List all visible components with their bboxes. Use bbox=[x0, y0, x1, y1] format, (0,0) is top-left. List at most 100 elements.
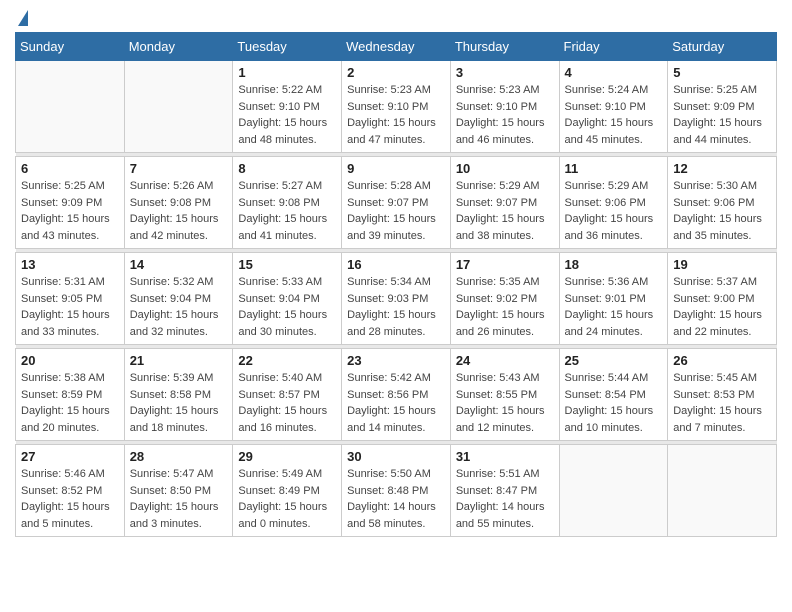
col-header-wednesday: Wednesday bbox=[342, 33, 451, 61]
calendar-day: 8 Sunrise: 5:27 AM Sunset: 9:08 PM Daylig… bbox=[233, 157, 342, 249]
calendar-day: 23 Sunrise: 5:42 AM Sunset: 8:56 PM Dayli… bbox=[342, 349, 451, 441]
day-info: Sunrise: 5:27 AM Sunset: 9:08 PM Dayligh… bbox=[238, 178, 336, 244]
calendar-table: SundayMondayTuesdayWednesdayThursdayFrid… bbox=[15, 32, 777, 537]
calendar-day: 3 Sunrise: 5:23 AM Sunset: 9:10 PM Daylig… bbox=[450, 61, 559, 153]
calendar-day: 30Sunrise: 5:50 AM Sunset: 8:48 PM Dayli… bbox=[342, 445, 451, 537]
logo bbox=[15, 10, 28, 24]
day-info: Sunrise: 5:36 AM Sunset: 9:01 PM Dayligh… bbox=[565, 274, 663, 340]
calendar-header-row: SundayMondayTuesdayWednesdayThursdayFrid… bbox=[16, 33, 777, 61]
calendar-day: 29 Sunrise: 5:49 AM Sunset: 8:49 PM Dayli… bbox=[233, 445, 342, 537]
col-header-monday: Monday bbox=[124, 33, 233, 61]
day-number: 16 bbox=[347, 257, 445, 272]
day-info: Sunrise: 5:42 AM Sunset: 8:56 PM Dayligh… bbox=[347, 370, 445, 436]
day-number: 9 bbox=[347, 161, 445, 176]
day-number: 1 bbox=[238, 65, 336, 80]
calendar-day: 2 Sunrise: 5:23 AM Sunset: 9:10 PM Daylig… bbox=[342, 61, 451, 153]
col-header-friday: Friday bbox=[559, 33, 668, 61]
calendar-day: 16 Sunrise: 5:34 AM Sunset: 9:03 PM Dayli… bbox=[342, 253, 451, 345]
calendar-day: 12 Sunrise: 5:30 AM Sunset: 9:06 PM Dayli… bbox=[668, 157, 777, 249]
calendar-day: 11 Sunrise: 5:29 AM Sunset: 9:06 PM Dayli… bbox=[559, 157, 668, 249]
calendar-day: 26 Sunrise: 5:45 AM Sunset: 8:53 PM Dayli… bbox=[668, 349, 777, 441]
day-number: 4 bbox=[565, 65, 663, 80]
calendar-day: 22 Sunrise: 5:40 AM Sunset: 8:57 PM Dayli… bbox=[233, 349, 342, 441]
day-info: Sunrise: 5:23 AM Sunset: 9:10 PM Dayligh… bbox=[456, 82, 554, 148]
day-info: Sunrise: 5:40 AM Sunset: 8:57 PM Dayligh… bbox=[238, 370, 336, 436]
day-number: 10 bbox=[456, 161, 554, 176]
day-info: Sunrise: 5:38 AM Sunset: 8:59 PM Dayligh… bbox=[21, 370, 119, 436]
day-info: Sunrise: 5:25 AM Sunset: 9:09 PM Dayligh… bbox=[21, 178, 119, 244]
calendar-day bbox=[16, 61, 125, 153]
day-info: Sunrise: 5:39 AM Sunset: 8:58 PM Dayligh… bbox=[130, 370, 228, 436]
calendar-day: 20 Sunrise: 5:38 AM Sunset: 8:59 PM Dayli… bbox=[16, 349, 125, 441]
calendar-day: 25 Sunrise: 5:44 AM Sunset: 8:54 PM Dayli… bbox=[559, 349, 668, 441]
day-info: Sunrise: 5:47 AM Sunset: 8:50 PM Dayligh… bbox=[130, 466, 228, 532]
day-number: 23 bbox=[347, 353, 445, 368]
calendar-day: 14 Sunrise: 5:32 AM Sunset: 9:04 PM Dayli… bbox=[124, 253, 233, 345]
day-info: Sunrise: 5:35 AM Sunset: 9:02 PM Dayligh… bbox=[456, 274, 554, 340]
day-number: 24 bbox=[456, 353, 554, 368]
day-number: 22 bbox=[238, 353, 336, 368]
day-info: Sunrise: 5:49 AM Sunset: 8:49 PM Dayligh… bbox=[238, 466, 336, 532]
day-info: Sunrise: 5:23 AM Sunset: 9:10 PM Dayligh… bbox=[347, 82, 445, 148]
day-info: Sunrise: 5:28 AM Sunset: 9:07 PM Dayligh… bbox=[347, 178, 445, 244]
day-number: 13 bbox=[21, 257, 119, 272]
day-info: Sunrise: 5:43 AM Sunset: 8:55 PM Dayligh… bbox=[456, 370, 554, 436]
day-info: Sunrise: 5:51 AM Sunset: 8:47 PM Dayligh… bbox=[456, 466, 554, 532]
day-info: Sunrise: 5:26 AM Sunset: 9:08 PM Dayligh… bbox=[130, 178, 228, 244]
day-info: Sunrise: 5:46 AM Sunset: 8:52 PM Dayligh… bbox=[21, 466, 119, 532]
calendar-day: 13 Sunrise: 5:31 AM Sunset: 9:05 PM Dayli… bbox=[16, 253, 125, 345]
day-info: Sunrise: 5:44 AM Sunset: 8:54 PM Dayligh… bbox=[565, 370, 663, 436]
day-number: 26 bbox=[673, 353, 771, 368]
day-number: 12 bbox=[673, 161, 771, 176]
calendar-day: 4 Sunrise: 5:24 AM Sunset: 9:10 PM Daylig… bbox=[559, 61, 668, 153]
day-info: Sunrise: 5:34 AM Sunset: 9:03 PM Dayligh… bbox=[347, 274, 445, 340]
day-number: 21 bbox=[130, 353, 228, 368]
day-number: 15 bbox=[238, 257, 336, 272]
calendar-day: 7 Sunrise: 5:26 AM Sunset: 9:08 PM Daylig… bbox=[124, 157, 233, 249]
day-info: Sunrise: 5:50 AM Sunset: 8:48 PM Dayligh… bbox=[347, 466, 445, 532]
calendar-day: 5Sunrise: 5:25 AM Sunset: 9:09 PM Daylig… bbox=[668, 61, 777, 153]
day-number: 31 bbox=[456, 449, 554, 464]
day-number: 28 bbox=[130, 449, 228, 464]
day-number: 11 bbox=[565, 161, 663, 176]
day-number: 14 bbox=[130, 257, 228, 272]
calendar-day: 28 Sunrise: 5:47 AM Sunset: 8:50 PM Dayli… bbox=[124, 445, 233, 537]
calendar-week-row: 13 Sunrise: 5:31 AM Sunset: 9:05 PM Dayli… bbox=[16, 253, 777, 345]
calendar-day: 19 Sunrise: 5:37 AM Sunset: 9:00 PM Dayli… bbox=[668, 253, 777, 345]
day-number: 3 bbox=[456, 65, 554, 80]
calendar-day bbox=[559, 445, 668, 537]
day-info: Sunrise: 5:31 AM Sunset: 9:05 PM Dayligh… bbox=[21, 274, 119, 340]
day-number: 20 bbox=[21, 353, 119, 368]
calendar-day: 9 Sunrise: 5:28 AM Sunset: 9:07 PM Daylig… bbox=[342, 157, 451, 249]
day-number: 19 bbox=[673, 257, 771, 272]
calendar-day: 18Sunrise: 5:36 AM Sunset: 9:01 PM Dayli… bbox=[559, 253, 668, 345]
day-number: 8 bbox=[238, 161, 336, 176]
day-number: 7 bbox=[130, 161, 228, 176]
day-number: 17 bbox=[456, 257, 554, 272]
day-info: Sunrise: 5:37 AM Sunset: 9:00 PM Dayligh… bbox=[673, 274, 771, 340]
day-info: Sunrise: 5:24 AM Sunset: 9:10 PM Dayligh… bbox=[565, 82, 663, 148]
day-info: Sunrise: 5:45 AM Sunset: 8:53 PM Dayligh… bbox=[673, 370, 771, 436]
calendar-week-row: 20 Sunrise: 5:38 AM Sunset: 8:59 PM Dayli… bbox=[16, 349, 777, 441]
day-info: Sunrise: 5:29 AM Sunset: 9:06 PM Dayligh… bbox=[565, 178, 663, 244]
col-header-thursday: Thursday bbox=[450, 33, 559, 61]
day-info: Sunrise: 5:22 AM Sunset: 9:10 PM Dayligh… bbox=[238, 82, 336, 148]
calendar-week-row: 1 Sunrise: 5:22 AM Sunset: 9:10 PM Daylig… bbox=[16, 61, 777, 153]
day-number: 2 bbox=[347, 65, 445, 80]
col-header-tuesday: Tuesday bbox=[233, 33, 342, 61]
calendar-day: 17 Sunrise: 5:35 AM Sunset: 9:02 PM Dayli… bbox=[450, 253, 559, 345]
day-info: Sunrise: 5:30 AM Sunset: 9:06 PM Dayligh… bbox=[673, 178, 771, 244]
calendar-day: 10Sunrise: 5:29 AM Sunset: 9:07 PM Dayli… bbox=[450, 157, 559, 249]
day-info: Sunrise: 5:25 AM Sunset: 9:09 PM Dayligh… bbox=[673, 82, 771, 148]
calendar-day: 21 Sunrise: 5:39 AM Sunset: 8:58 PM Dayli… bbox=[124, 349, 233, 441]
calendar-day: 24 Sunrise: 5:43 AM Sunset: 8:55 PM Dayli… bbox=[450, 349, 559, 441]
calendar-week-row: 6 Sunrise: 5:25 AM Sunset: 9:09 PM Daylig… bbox=[16, 157, 777, 249]
day-number: 6 bbox=[21, 161, 119, 176]
day-number: 29 bbox=[238, 449, 336, 464]
calendar-day: 6 Sunrise: 5:25 AM Sunset: 9:09 PM Daylig… bbox=[16, 157, 125, 249]
calendar-day: 1 Sunrise: 5:22 AM Sunset: 9:10 PM Daylig… bbox=[233, 61, 342, 153]
col-header-sunday: Sunday bbox=[16, 33, 125, 61]
day-info: Sunrise: 5:32 AM Sunset: 9:04 PM Dayligh… bbox=[130, 274, 228, 340]
day-number: 25 bbox=[565, 353, 663, 368]
day-info: Sunrise: 5:33 AM Sunset: 9:04 PM Dayligh… bbox=[238, 274, 336, 340]
